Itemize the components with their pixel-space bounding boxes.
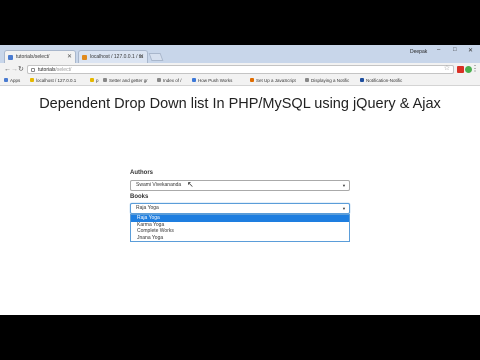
bookmark-push-works[interactable]: How Push Works bbox=[192, 78, 232, 83]
page-icon bbox=[250, 78, 254, 82]
bookmark-label: Setter and getter gr bbox=[109, 78, 148, 83]
dropdown-arrow-icon: ▼ bbox=[342, 206, 346, 211]
extension-icon[interactable] bbox=[457, 66, 464, 73]
bookmark-notification[interactable]: Notification-Notific bbox=[360, 78, 402, 83]
authors-label: Authors bbox=[130, 170, 153, 176]
forward-icon[interactable]: → bbox=[11, 65, 18, 74]
books-select[interactable]: Raja Yoga ▼ bbox=[130, 203, 350, 214]
profile-name[interactable]: Deepak bbox=[410, 49, 427, 55]
bookmark-label: Set Up a JavaScript bbox=[256, 78, 296, 83]
bookmark-displaying-notification[interactable]: Displaying a Notific bbox=[305, 78, 349, 83]
close-tab-icon[interactable]: ✕ bbox=[67, 53, 72, 60]
bookmark-apps[interactable]: Apps bbox=[4, 78, 20, 83]
page-favicon-icon bbox=[8, 55, 13, 60]
phpmyadmin-favicon-icon bbox=[82, 55, 87, 60]
browser-menu-icon[interactable]: ⋮ bbox=[471, 64, 479, 73]
bookmark-localhost[interactable]: localhost / 127.0.0.1 bbox=[30, 78, 76, 83]
address-host: tutorials bbox=[38, 67, 56, 73]
minimize-icon[interactable]: – bbox=[437, 47, 440, 53]
books-option[interactable]: Jnana Yoga bbox=[131, 235, 349, 242]
page-icon bbox=[360, 78, 364, 82]
mouse-cursor-icon: ↖ bbox=[187, 180, 194, 189]
close-window-icon[interactable]: ✕ bbox=[468, 47, 473, 54]
folder-icon bbox=[90, 78, 94, 82]
tab-title: tutorials/select/ bbox=[16, 54, 50, 60]
page-icon bbox=[192, 78, 196, 82]
bookmark-javascript[interactable]: Set Up a JavaScript bbox=[250, 78, 296, 83]
page-info-icon[interactable] bbox=[31, 68, 35, 72]
tab-title: localhost / 127.0.0.1 / tu bbox=[90, 54, 144, 60]
bookmark-label: Displaying a Notific bbox=[311, 78, 350, 83]
bookmark-setter-getter[interactable]: Setter and getter gr bbox=[103, 78, 148, 83]
bookmark-index-of[interactable]: Index of / bbox=[157, 78, 182, 83]
bookmark-star-icon[interactable]: ☆ bbox=[444, 65, 450, 73]
page-title: Dependent Drop Down list In PHP/MySQL us… bbox=[39, 96, 441, 112]
close-tab-icon[interactable]: ✕ bbox=[139, 53, 144, 60]
authors-select[interactable]: Swami Vivekananda ▼ bbox=[130, 180, 350, 191]
bookmark-label: Apps bbox=[10, 78, 21, 83]
folder-icon bbox=[30, 78, 34, 82]
browser-toolbar: ← → ↻ tutorials/select/ ☆ ⋮ bbox=[0, 63, 480, 76]
new-tab-button[interactable] bbox=[148, 53, 164, 61]
tab-strip: tutorials/select/ ✕ localhost / 127.0.0.… bbox=[0, 45, 480, 63]
books-dropdown-list: Raja Yoga Karma Yoga Complete Works Jnan… bbox=[130, 214, 350, 242]
maximize-icon[interactable]: □ bbox=[453, 47, 457, 53]
authors-selected-value: Swami Vivekananda bbox=[136, 182, 182, 188]
bookmarks-bar: Apps localhost / 127.0.0.1 p Setter and … bbox=[0, 76, 480, 86]
apps-grid-icon bbox=[4, 78, 8, 82]
page-icon bbox=[157, 78, 161, 82]
address-bar[interactable]: tutorials/select/ ☆ bbox=[27, 65, 454, 74]
bookmark-p[interactable]: p bbox=[90, 78, 99, 83]
screen: tutorials/select/ ✕ localhost / 127.0.0.… bbox=[0, 0, 480, 360]
books-selected-value: Raja Yoga bbox=[136, 205, 159, 211]
reload-icon[interactable]: ↻ bbox=[18, 65, 24, 74]
bookmark-label: Notification-Notific bbox=[366, 78, 403, 83]
browser-window: tutorials/select/ ✕ localhost / 127.0.0.… bbox=[0, 45, 480, 315]
back-icon[interactable]: ← bbox=[4, 65, 11, 74]
bookmark-label: How Push Works bbox=[198, 78, 233, 83]
dropdown-arrow-icon: ▼ bbox=[342, 183, 346, 188]
tab-tutorials-select[interactable]: tutorials/select/ ✕ bbox=[4, 50, 76, 63]
address-path: /select/ bbox=[55, 67, 72, 73]
page-content: Dependent Drop Down list In PHP/MySQL us… bbox=[0, 86, 480, 315]
page-icon bbox=[103, 78, 107, 82]
bookmark-label: Index of / bbox=[163, 78, 182, 83]
tab-localhost[interactable]: localhost / 127.0.0.1 / tu ✕ bbox=[78, 50, 148, 63]
bookmark-label: localhost / 127.0.0.1 bbox=[36, 78, 77, 83]
page-icon bbox=[305, 78, 309, 82]
books-label: Books bbox=[130, 194, 149, 200]
bookmark-label: p bbox=[96, 78, 99, 83]
